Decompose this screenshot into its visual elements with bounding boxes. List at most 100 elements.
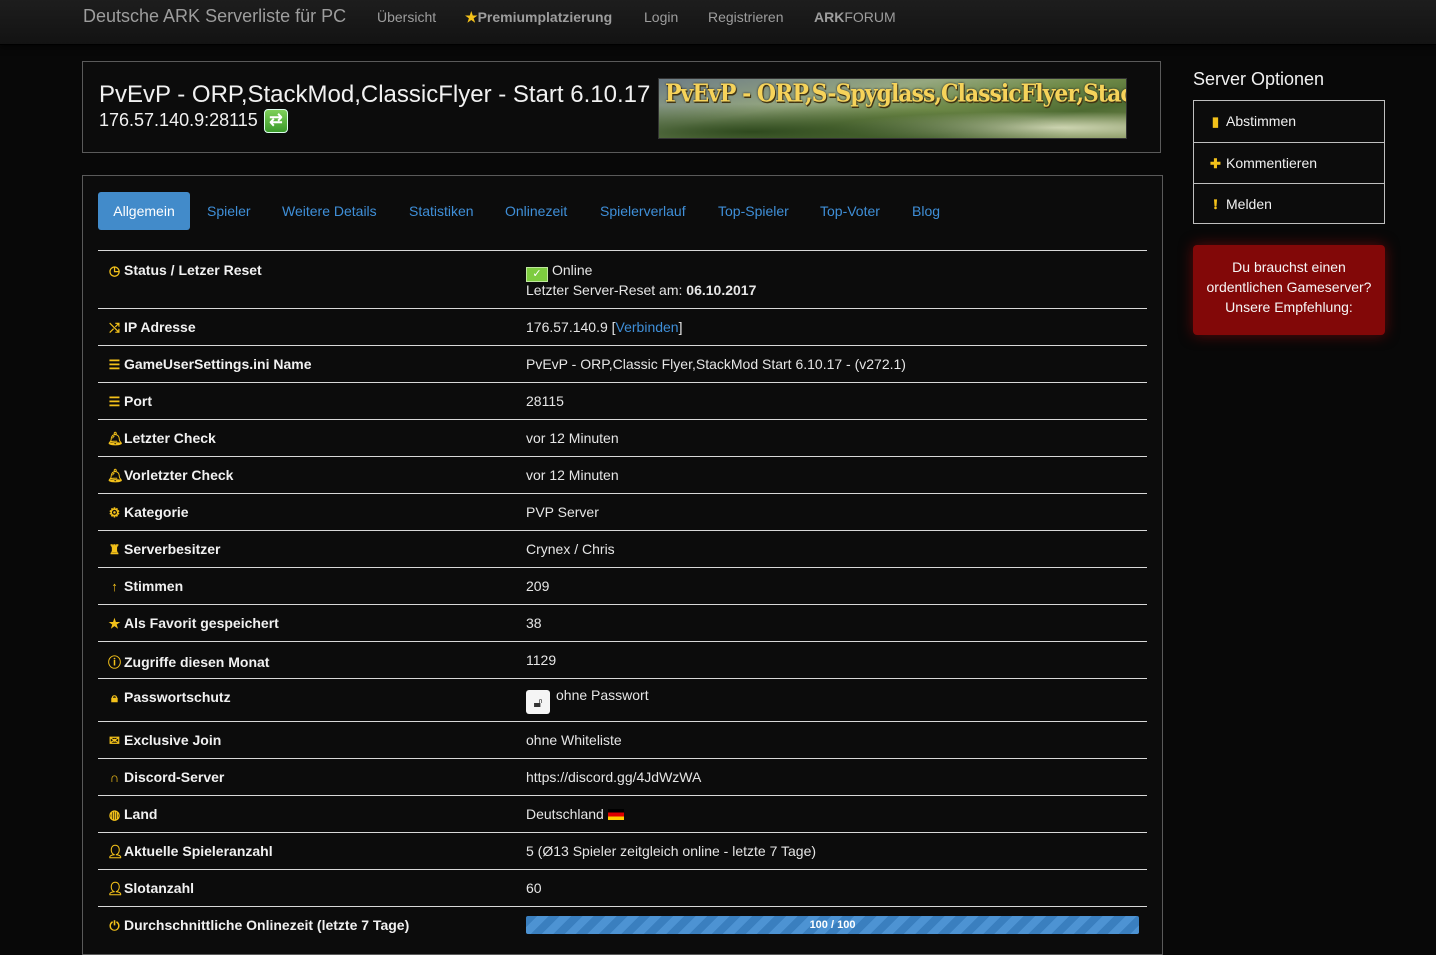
country-label: Land (124, 806, 158, 822)
status-label: Status / Letzer Reset (124, 262, 262, 278)
table-row-password: 🔒︎ Passwortschutz 🔓︎ ohne Passwort (98, 678, 1147, 721)
fav-value: 38 (526, 615, 542, 631)
arrow-up-icon: ↑ (111, 579, 118, 594)
tab-spielerverlauf[interactable]: Spielerverlauf (600, 192, 686, 230)
headphones-icon: ∩ (109, 770, 120, 785)
lock-icon: 🔒︎ (111, 690, 118, 705)
nav-forum-rest: FORUM (844, 9, 896, 25)
discord-link[interactable]: https://discord.gg/4JdWzWA (526, 769, 701, 785)
row-label: 👤︎Aktuelle Spieleranzahl (107, 843, 273, 860)
pw-value: 🔓︎ ohne Passwort (526, 687, 649, 714)
row-label: 🔒︎ Passwortschutz (107, 689, 231, 706)
pw-text: ohne Passwort (556, 687, 649, 703)
report-label: Melden (1226, 196, 1272, 212)
tab-top-voter[interactable]: Top-Voter (820, 192, 880, 230)
row-label: ↑ Stimmen (107, 578, 183, 594)
vote-label: Abstimmen (1226, 113, 1297, 129)
table-row-prev-check: 🔔︎Vorletzter Check vor 12 Minuten (98, 456, 1147, 493)
list-icon: ☰ (108, 357, 121, 372)
globe-icon: ◍ (108, 807, 121, 822)
tab-statistiken[interactable]: Statistiken (409, 192, 474, 230)
report-button[interactable]: ❗︎ Melden (1194, 183, 1384, 224)
tab-top-spieler[interactable]: Top-Spieler (718, 192, 789, 230)
table-row-status: ◷ Status / Letzer Reset ✓ Online Letzter S… (98, 250, 1147, 308)
table-row-last-check: 🔔︎Letzter Check vor 12 Minuten (98, 419, 1147, 456)
user-icon: 👤︎ (107, 881, 124, 896)
bar-chart-icon: ▮ (1211, 114, 1220, 129)
table-row-uptime: ⏻ Durchschnittliche Onlinezeit (letzte 7 … (98, 906, 1147, 943)
tab-onlinezeit[interactable]: Onlinezeit (505, 192, 567, 230)
bell-icon: 🔔︎ (107, 431, 124, 446)
shuffle-icon: ⤭ (109, 320, 120, 335)
table-row-ip: ⤭ IP Adresse 176.57.140.9 [Verbinden] (98, 308, 1147, 345)
server-details-panel: Allgemein Spieler Weitere Details Statis… (82, 175, 1163, 955)
owner-label: Serverbesitzer (124, 541, 221, 557)
port-label: Port (124, 393, 152, 409)
category-link[interactable]: PVP Server (526, 504, 599, 520)
row-label: ⤭ IP Adresse (107, 319, 195, 336)
user-icon: 👤︎ (107, 844, 124, 859)
nav-forum-bold: ARK (814, 9, 845, 25)
bracket-close: ] (678, 319, 683, 335)
status-online: Online (552, 262, 593, 278)
tab-blog[interactable]: Blog (912, 192, 940, 230)
server-header-panel: PvEvP - ORP,StackMod,ClassicFlyer - Star… (82, 61, 1161, 153)
ip-value: 176.57.140.9 [Verbinden] (526, 319, 682, 335)
hits-label: Zugriffe diesen Monat (124, 654, 270, 670)
promo-line-3: Unsere Empfehlung: (1225, 299, 1353, 315)
prevcheck-label: Vorletzter Check (124, 467, 234, 483)
star-icon: ★ (465, 9, 478, 25)
plus-icon: ✚ (1210, 156, 1221, 171)
table-row-discord: ∩ Discord-Server https://discord.gg/4JdWz… (98, 758, 1147, 795)
country-text: Deutschland (526, 806, 604, 822)
row-label: ⚙ Kategorie (107, 504, 189, 521)
table-row-gus: ☰ GameUserSettings.ini Name PvEvP - ORP,C… (98, 345, 1147, 382)
server-banner: PvEvP - ORP,S-Spyglass,ClassicFlyer,Stac… (658, 78, 1127, 139)
table-row-votes: ↑ Stimmen 209 (98, 567, 1147, 604)
nav-forum[interactable]: ARKFORUM (814, 9, 896, 25)
table-row-country: ◍ Land Deutschland (98, 795, 1147, 832)
server-options-list: ▮ Abstimmen ✚ Kommentieren ❗︎ Melden (1193, 100, 1385, 224)
table-row-owner: ♜ Serverbesitzer Crynex / Chris (98, 530, 1147, 567)
owner-link[interactable]: Crynex / Chris (526, 541, 615, 557)
row-label: ◍ Land (107, 806, 158, 823)
slots-label: Slotanzahl (124, 880, 195, 896)
exclusive-label: Exclusive Join (124, 732, 222, 748)
table-row-hits: ⓘ Zugriffe diesen Monat 1129 (98, 641, 1147, 678)
uptime-text: 100 / 100 (809, 919, 856, 931)
comment-button[interactable]: ✚ Kommentieren (1194, 142, 1384, 183)
star-icon: ★ (108, 616, 121, 631)
promo-line-1: Du brauchst einen (1232, 259, 1346, 275)
power-icon: ⏻ (109, 918, 120, 933)
list-icon: ☰ (108, 394, 121, 409)
row-label: 👤︎Slotanzahl (107, 880, 194, 897)
vote-button[interactable]: ▮ Abstimmen (1194, 101, 1384, 142)
row-label: 🔔︎Letzter Check (107, 430, 216, 447)
connect-link[interactable]: Verbinden (616, 319, 679, 335)
row-label: ◷ Status / Letzer Reset (107, 262, 262, 279)
server-title: PvEvP - ORP,StackMod,ClassicFlyer - Star… (99, 81, 651, 108)
row-label: 🔔︎Vorletzter Check (107, 467, 233, 484)
gameserver-promo[interactable]: Du brauchst einen ordentlichen Gameserve… (1193, 245, 1385, 335)
exclamation-icon: ❗︎ (1213, 197, 1218, 212)
port-value: 28115 (526, 393, 564, 409)
tab-spieler[interactable]: Spieler (207, 192, 251, 230)
site-brand[interactable]: Deutsche ARK Serverliste für PC (83, 6, 346, 27)
country-value: Deutschland (526, 806, 624, 822)
table-row-exclusive: ✉ Exclusive Join ohne Whiteliste (98, 721, 1147, 758)
nav-overview[interactable]: Übersicht (377, 9, 436, 25)
slots-value: 60 (526, 880, 542, 896)
gus-label: GameUserSettings.ini Name (124, 356, 312, 372)
row-label: ★ Als Favorit gespeichert (107, 615, 279, 632)
uptime-label: Durchschnittliche Onlinezeit (letzte 7 T… (124, 917, 410, 933)
nav-premium[interactable]: ★Premiumplatzierung (465, 9, 612, 26)
nav-register[interactable]: Registrieren (708, 9, 783, 25)
clock-icon: ◷ (108, 263, 121, 278)
tab-weitere-details[interactable]: Weitere Details (282, 192, 377, 230)
tab-allgemein[interactable]: Allgemein (98, 192, 190, 230)
nav-login[interactable]: Login (644, 9, 678, 25)
row-label: ⓘ Zugriffe diesen Monat (107, 652, 269, 671)
connect-icon[interactable]: ⇄ (264, 109, 288, 133)
comment-label: Kommentieren (1226, 155, 1318, 171)
row-label: ⏻ Durchschnittliche Onlinezeit (letzte 7 … (107, 917, 409, 934)
